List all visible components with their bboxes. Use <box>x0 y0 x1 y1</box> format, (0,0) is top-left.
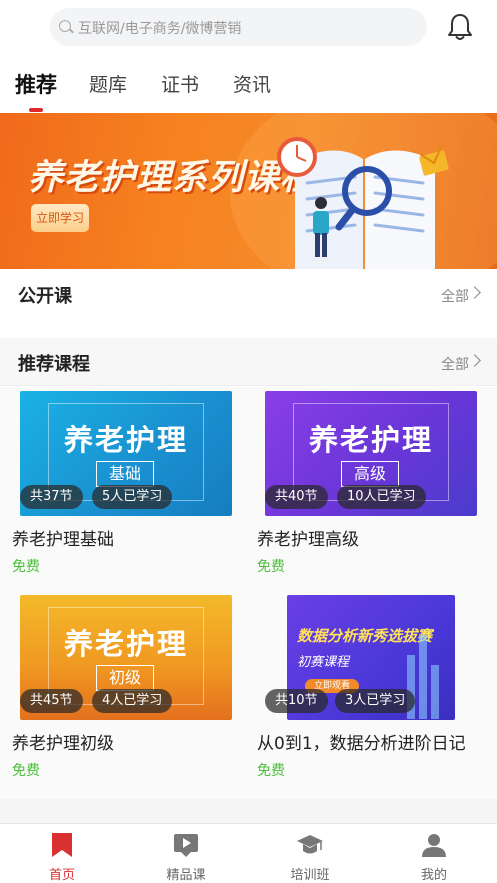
tab-question-bank[interactable]: 题库 <box>89 70 127 97</box>
bottom-nav: 首页 精品课 培训班 我的 <box>0 823 497 883</box>
lessons-badge: 共45节 <box>20 689 83 713</box>
thumbnail-title: 养老护理 <box>63 423 188 457</box>
bar-decoration <box>431 665 439 719</box>
thumbnail-title: 养老护理 <box>63 627 188 661</box>
banner-title: 养老护理系列课程 <box>28 158 317 198</box>
nav-label: 我的 <box>420 868 447 883</box>
level-badge: 高级 <box>341 461 399 487</box>
nav-home[interactable]: 首页 <box>0 824 124 883</box>
user-icon <box>422 834 446 857</box>
book-illustration-icon <box>277 137 449 269</box>
thumbnail-title: 数据分析新秀选拔赛 <box>297 627 433 645</box>
tab-recommend[interactable]: 推荐 <box>15 69 57 99</box>
graduation-cap-icon <box>297 835 323 854</box>
learners-badge: 5人已学习 <box>92 485 173 509</box>
lessons-badge: 共40节 <box>265 485 328 509</box>
recommended-title: 推荐课程 <box>18 354 90 375</box>
course-title[interactable]: 从0到1，数据分析进阶日记 <box>257 729 466 754</box>
active-tab-indicator <box>29 108 43 112</box>
recommended-section: 推荐课程 全部 <box>0 338 497 386</box>
course-price: 免费 <box>12 763 40 779</box>
course-title[interactable]: 养老护理基础 <box>12 525 114 550</box>
nav-profile[interactable]: 我的 <box>372 824 496 883</box>
bookmark-icon <box>52 833 72 857</box>
chevron-right-icon[interactable] <box>468 354 481 367</box>
bell-icon[interactable] <box>446 12 474 42</box>
nav-label: 培训班 <box>290 868 330 883</box>
nav-training-class[interactable]: 培训班 <box>248 824 372 883</box>
search-placeholder: 互联网/电子商务/微博营销 <box>78 21 242 37</box>
search-input[interactable]: 互联网/电子商务/微博营销 <box>50 8 427 46</box>
nav-label: 精品课 <box>166 868 206 883</box>
level-badge: 初级 <box>96 665 154 691</box>
promo-banner[interactable]: 养老护理系列课程 立即学习 <box>0 113 497 269</box>
course-price: 免费 <box>257 559 285 575</box>
nav-label: 首页 <box>48 868 75 883</box>
course-price: 免费 <box>257 763 285 779</box>
course-thumbnail[interactable]: 养老护理 高级 共40节 10人已学习 <box>265 391 477 516</box>
course-grid: 养老护理 基础 共37节 5人已学习 养老护理基础 免费 养老护理 高级 共40… <box>0 387 497 799</box>
course-thumbnail[interactable]: 养老护理 基础 共37节 5人已学习 <box>20 391 232 516</box>
thumbnail-subtitle: 初赛课程 <box>297 655 350 670</box>
tab-news[interactable]: 资讯 <box>233 70 271 97</box>
open-course-title: 公开课 <box>18 286 72 307</box>
learners-badge: 3人已学习 <box>335 689 416 713</box>
lessons-badge: 共37节 <box>20 485 83 509</box>
bar-decoration <box>419 635 427 719</box>
tab-certificate[interactable]: 证书 <box>161 70 199 97</box>
chevron-right-icon[interactable] <box>468 286 481 299</box>
open-course-section: 公开课 全部 <box>0 270 497 314</box>
banner-learn-button[interactable]: 立即学习 <box>31 204 89 232</box>
search-icon <box>59 20 71 32</box>
open-course-all-link[interactable]: 全部 <box>441 286 469 306</box>
lessons-badge: 共10节 <box>265 689 328 713</box>
section-spacer <box>0 328 497 338</box>
course-title[interactable]: 养老护理初级 <box>12 729 114 754</box>
course-title[interactable]: 养老护理高级 <box>257 525 359 550</box>
learners-badge: 10人已学习 <box>337 485 426 509</box>
top-bar: 互联网/电子商务/微博营销 <box>0 0 497 56</box>
learners-badge: 4人已学习 <box>92 689 173 713</box>
thumbnail-title: 养老护理 <box>308 423 433 457</box>
bottom-spacer <box>0 799 497 823</box>
course-thumbnail[interactable]: 养老护理 初级 共45节 4人已学习 <box>20 595 232 720</box>
category-tabs: 推荐 题库 证书 资讯 <box>0 62 497 112</box>
course-price: 免费 <box>12 559 40 575</box>
recommended-all-link[interactable]: 全部 <box>441 354 469 374</box>
level-badge: 基础 <box>96 461 154 487</box>
video-icon <box>174 834 198 857</box>
nav-premium-courses[interactable]: 精品课 <box>124 824 248 883</box>
